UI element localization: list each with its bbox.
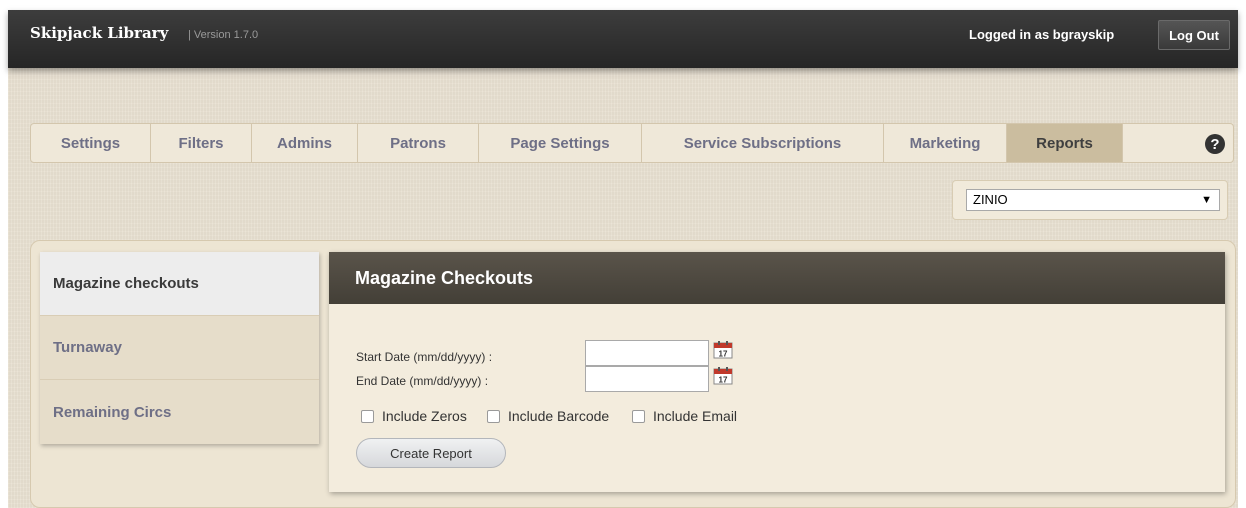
include-zeros-label: Include Zeros [382, 408, 467, 424]
page-background: Skipjack Library | Version 1.7.0 Logged … [8, 10, 1238, 508]
tab-admins[interactable]: Admins [252, 124, 358, 162]
start-date-label: Start Date (mm/dd/yyyy) : [356, 350, 493, 364]
tab-marketing[interactable]: Marketing [884, 124, 1007, 162]
end-date-input[interactable] [585, 366, 709, 392]
calendar-day-text: 17 [719, 350, 728, 359]
tab-page-settings[interactable]: Page Settings [479, 124, 642, 162]
create-report-button[interactable]: Create Report [356, 438, 506, 468]
app-title: Skipjack Library [30, 24, 169, 42]
tab-service-subscriptions[interactable]: Service Subscriptions [642, 124, 884, 162]
include-email-label: Include Email [653, 408, 738, 424]
start-date-input[interactable] [585, 340, 709, 366]
include-email-checkbox[interactable] [632, 410, 645, 423]
help-icon[interactable]: ? [1205, 134, 1225, 154]
sidebar-item-remaining-circs[interactable]: Remaining Circs [40, 380, 319, 444]
tab-filters[interactable]: Filters [151, 124, 252, 162]
include-barcode-label: Include Barcode [508, 408, 610, 424]
report-title: Magazine Checkouts [329, 252, 1225, 304]
version-label: | Version 1.7.0 [188, 29, 259, 41]
report-panel: Magazine Checkouts Start Date (mm/dd/yyy… [329, 252, 1225, 492]
report-sidebar: Magazine checkouts Turnaway Remaining Ci… [40, 252, 319, 444]
logout-button[interactable]: Log Out [1158, 20, 1230, 50]
calendar-icon[interactable]: 17 [713, 341, 733, 359]
logged-in-user: Logged in as bgrayskip [969, 27, 1115, 42]
top-bar: Skipjack Library | Version 1.7.0 Logged … [8, 10, 1238, 68]
service-select-value: ZINIO [973, 192, 1008, 207]
chevron-down-icon: ▼ [1201, 194, 1212, 206]
service-select[interactable]: ZINIO ▼ [966, 189, 1220, 211]
tab-patrons[interactable]: Patrons [358, 124, 479, 162]
sidebar-item-magazine-checkouts[interactable]: Magazine checkouts [40, 252, 319, 316]
main-nav-tabs: Settings Filters Admins Patrons Page Set… [30, 123, 1234, 163]
include-barcode-checkbox[interactable] [487, 410, 500, 423]
end-date-label: End Date (mm/dd/yyyy) : [356, 374, 489, 388]
service-select-container: ZINIO ▼ [952, 180, 1228, 220]
include-zeros-checkbox[interactable] [361, 410, 374, 423]
calendar-icon[interactable]: 17 [713, 367, 733, 385]
sidebar-item-turnaway[interactable]: Turnaway [40, 316, 319, 380]
calendar-day-text: 17 [719, 376, 728, 385]
tab-reports[interactable]: Reports [1007, 124, 1123, 162]
tab-settings[interactable]: Settings [31, 124, 151, 162]
